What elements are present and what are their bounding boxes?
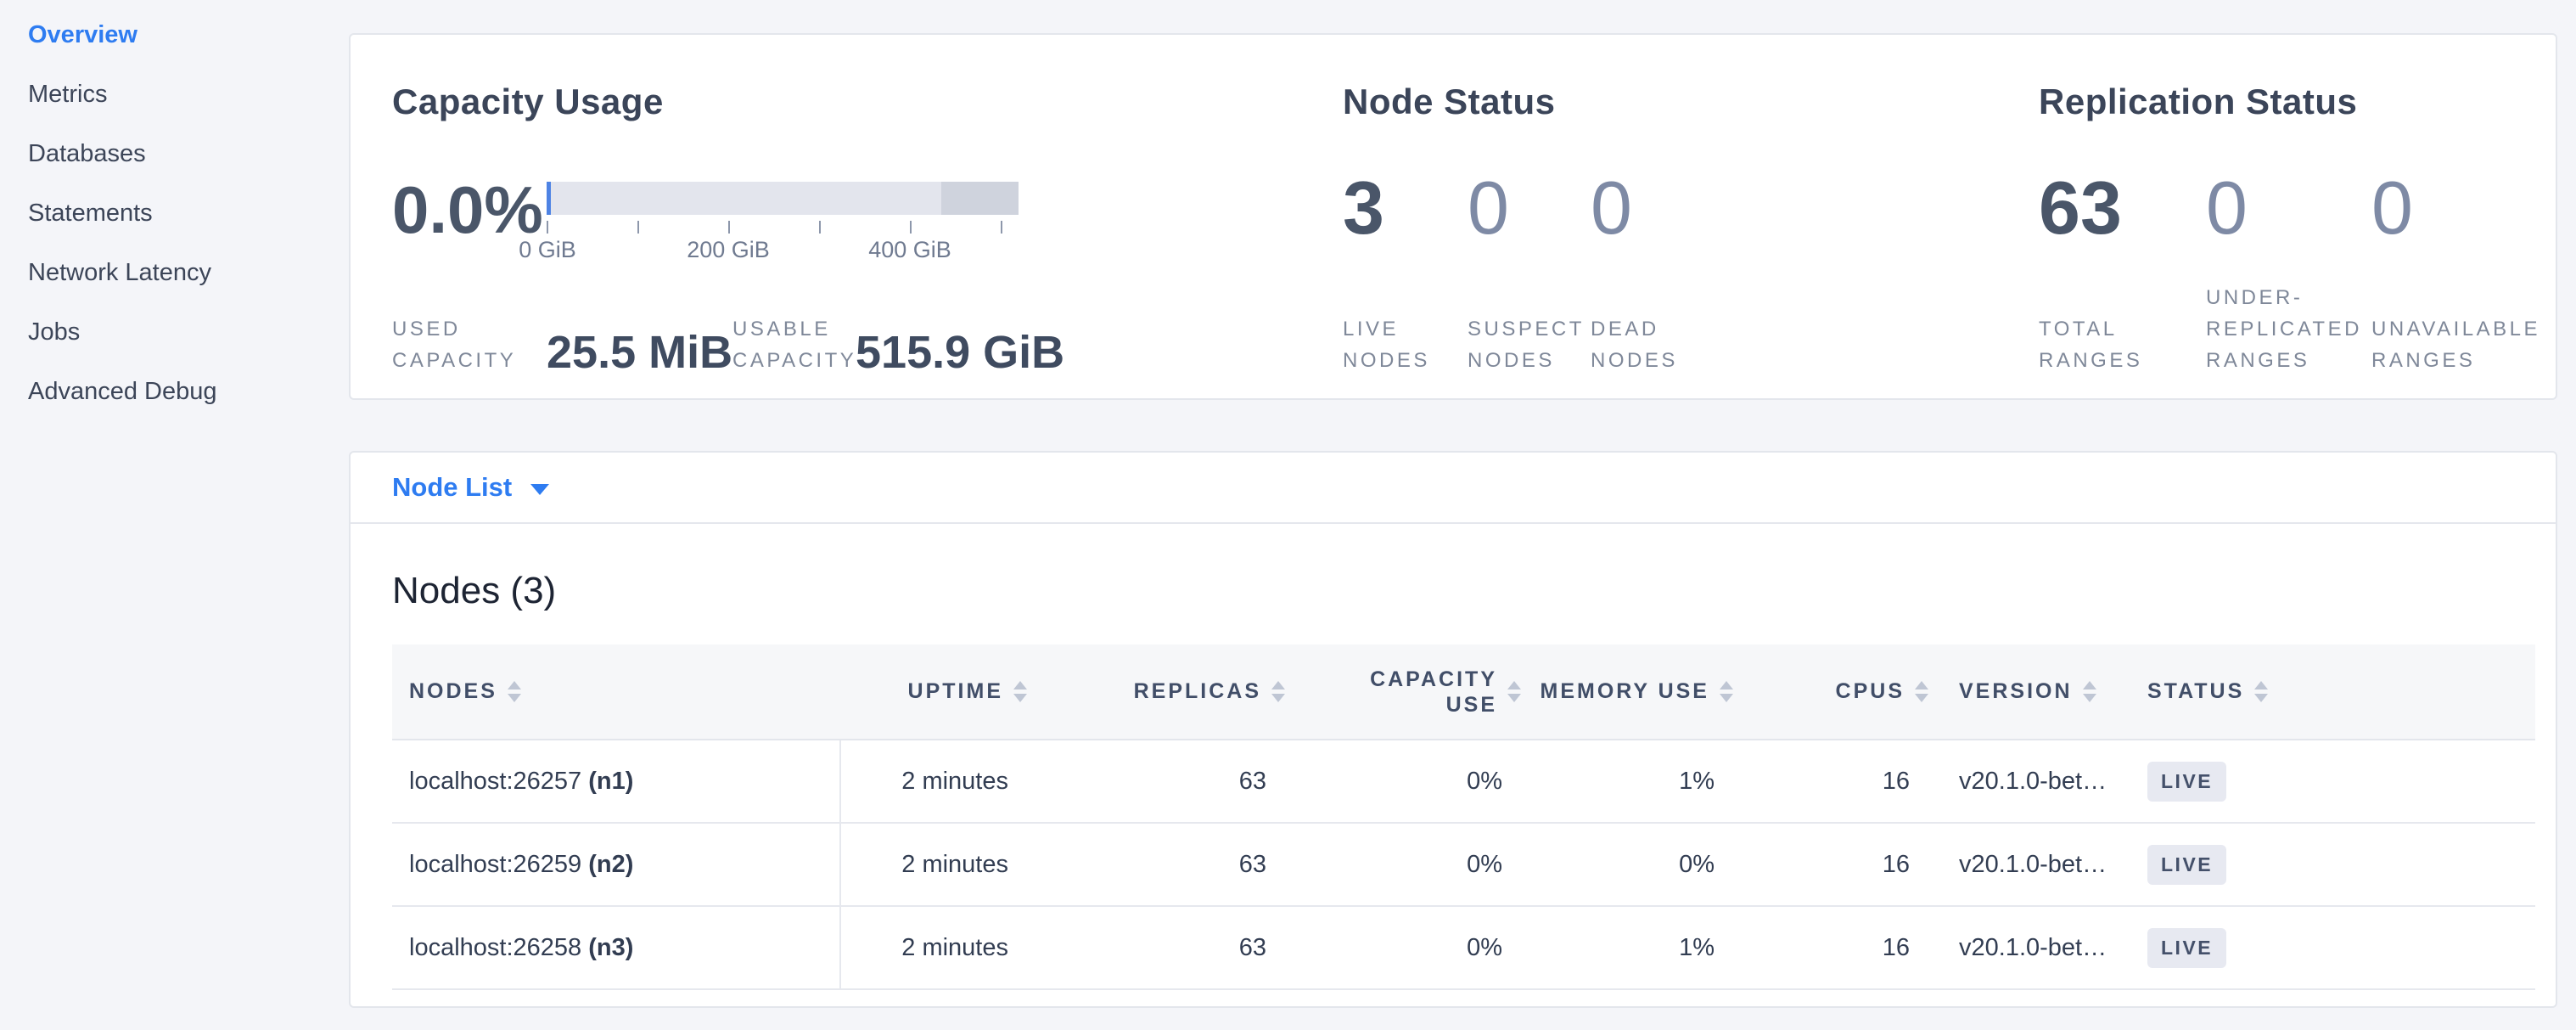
live-nodes-count: 3 — [1343, 170, 1468, 311]
table-row-node-2: localhost:26259 (n2) 2 minutes 63 0% 0% … — [392, 823, 2535, 906]
capacity-gauge-reserved-segment — [941, 182, 1019, 215]
replicas-cell: 63 — [1027, 906, 1285, 989]
node-status-title: Node Status — [1343, 81, 2039, 123]
table-row-node-1: localhost:26257 (n1) 2 minutes 63 0% 1% … — [392, 740, 2535, 823]
column-header-status[interactable]: STATUS — [2124, 644, 2535, 740]
cpus-cell: 16 — [1733, 823, 1928, 906]
node-list-dropdown-label: Node List — [392, 472, 512, 503]
usable-capacity-value: 515.9 GiB — [856, 329, 1064, 376]
column-header-nodes[interactable]: NODES — [392, 644, 840, 740]
node-id: (n1) — [588, 768, 633, 795]
capacity-gauge-ticks — [547, 215, 1019, 235]
status-badge: LIVE — [2147, 845, 2226, 885]
cpus-cell: 16 — [1733, 906, 1928, 989]
uptime-cell: 2 minutes — [840, 740, 1027, 823]
axis-label-0gib: 0 GiB — [519, 237, 576, 263]
dead-nodes-count: 0 — [1591, 170, 1632, 311]
unavailable-ranges-label: UNAVAILABLE RANGES — [2371, 313, 2540, 376]
node-list-header: Node List — [351, 453, 2556, 524]
sort-icon — [1013, 681, 1027, 702]
node-address-cell[interactable]: localhost:26258 (n3) — [392, 906, 840, 989]
used-capacity-label: USED CAPACITY — [392, 313, 547, 376]
capacity-use-cell: 0% — [1285, 823, 1521, 906]
overview-page: Overview Metrics Databases Statements Ne… — [0, 0, 2576, 1030]
usable-capacity-label: USABLE CAPACITY — [732, 313, 856, 376]
total-ranges-label: TOTAL RANGES — [2039, 313, 2206, 376]
column-header-capacity-use[interactable]: CAPACITY USE — [1285, 644, 1521, 740]
uptime-cell: 2 minutes — [840, 906, 1027, 989]
memory-use-cell: 1% — [1521, 740, 1733, 823]
status-badge: LIVE — [2147, 928, 2226, 968]
node-id: (n3) — [588, 934, 633, 961]
version-cell: v20.1.0-bet… — [1928, 740, 2124, 823]
version-cell: v20.1.0-bet… — [1928, 823, 2124, 906]
sidebar-item-databases[interactable]: Databases — [28, 124, 334, 183]
cluster-summary-card: Capacity Usage 0.0% 0 GiB 200 GiB — [349, 33, 2557, 400]
nodes-table: NODES UPTIME REPLICAS CAPACITY USE — [392, 644, 2535, 990]
memory-use-cell: 1% — [1521, 906, 1733, 989]
sidebar-item-jobs[interactable]: Jobs — [28, 302, 334, 362]
node-id: (n2) — [588, 851, 633, 878]
used-capacity-value: 25.5 MiB — [547, 329, 712, 376]
column-header-version[interactable]: VERSION — [1928, 644, 2124, 740]
memory-use-cell: 0% — [1521, 823, 1733, 906]
replicas-cell: 63 — [1027, 740, 1285, 823]
column-header-uptime[interactable]: UPTIME — [840, 644, 1027, 740]
chevron-down-icon — [530, 484, 549, 495]
capacity-gauge-axis-labels: 0 GiB 200 GiB 400 GiB — [547, 235, 1019, 262]
sort-icon — [1720, 681, 1733, 702]
column-header-cpus[interactable]: CPUS — [1733, 644, 1928, 740]
node-address-cell[interactable]: localhost:26257 (n1) — [392, 740, 840, 823]
axis-label-400gib: 400 GiB — [868, 237, 951, 263]
node-list-card: Node List Nodes (3) NODES — [349, 451, 2557, 1008]
suspect-nodes-label: SUSPECT NODES — [1468, 313, 1591, 376]
capacity-use-cell: 0% — [1285, 906, 1521, 989]
capacity-gauge-chart: 0 GiB 200 GiB 400 GiB — [547, 182, 1019, 262]
sort-icon — [2254, 681, 2268, 702]
table-row-node-3: localhost:26258 (n3) 2 minutes 63 0% 1% … — [392, 906, 2535, 989]
under-replicated-ranges-count: 0 — [2206, 170, 2371, 282]
capacity-gauge-used-segment — [547, 182, 551, 215]
sort-icon — [2083, 681, 2096, 702]
cpus-cell: 16 — [1733, 740, 1928, 823]
sidebar-item-network-latency[interactable]: Network Latency — [28, 243, 334, 302]
sort-icon — [508, 681, 521, 702]
unavailable-ranges-count: 0 — [2371, 170, 2413, 282]
sort-icon — [1915, 681, 1928, 702]
status-cell: LIVE — [2124, 740, 2535, 823]
under-replicated-ranges-label: UNDER- REPLICATED RANGES — [2206, 282, 2371, 376]
axis-label-200gib: 200 GiB — [687, 237, 770, 263]
sidebar-item-statements[interactable]: Statements — [28, 183, 334, 243]
nodes-table-header-row: NODES UPTIME REPLICAS CAPACITY USE — [392, 644, 2535, 740]
sort-icon — [1271, 681, 1285, 702]
node-list-dropdown[interactable]: Node List — [392, 472, 549, 503]
column-header-replicas[interactable]: REPLICAS — [1027, 644, 1285, 740]
sidebar-item-metrics[interactable]: Metrics — [28, 65, 334, 124]
capacity-usage-title: Capacity Usage — [392, 81, 1343, 123]
capacity-use-cell: 0% — [1285, 740, 1521, 823]
capacity-usage-section: Capacity Usage 0.0% 0 GiB 200 GiB — [392, 35, 1343, 398]
live-nodes-label: LIVE NODES — [1343, 313, 1468, 376]
replicas-cell: 63 — [1027, 823, 1285, 906]
replication-status-title: Replication Status — [2039, 81, 2556, 123]
node-status-section: Node Status 3 0 0 LIVE NODES SUSPECT NOD… — [1343, 35, 2039, 398]
sidebar-item-overview[interactable]: Overview — [28, 5, 334, 65]
capacity-gauge-bar — [547, 182, 1019, 215]
dead-nodes-label: DEAD NODES — [1591, 313, 1678, 376]
total-ranges-count: 63 — [2039, 170, 2206, 282]
node-address-cell[interactable]: localhost:26259 (n2) — [392, 823, 840, 906]
suspect-nodes-count: 0 — [1468, 170, 1591, 311]
replication-status-section: Replication Status 63 0 0 TOTAL RANGES U… — [2039, 35, 2556, 398]
sidebar-nav: Overview Metrics Databases Statements Ne… — [28, 5, 334, 421]
uptime-cell: 2 minutes — [840, 823, 1027, 906]
sort-icon — [1507, 681, 1521, 702]
column-header-memory-use[interactable]: MEMORY USE — [1521, 644, 1733, 740]
nodes-count-heading: Nodes (3) — [392, 568, 2532, 614]
version-cell: v20.1.0-bet… — [1928, 906, 2124, 989]
sidebar-item-advanced-debug[interactable]: Advanced Debug — [28, 362, 334, 421]
status-cell: LIVE — [2124, 906, 2535, 989]
status-badge: LIVE — [2147, 762, 2226, 802]
status-cell: LIVE — [2124, 823, 2535, 906]
